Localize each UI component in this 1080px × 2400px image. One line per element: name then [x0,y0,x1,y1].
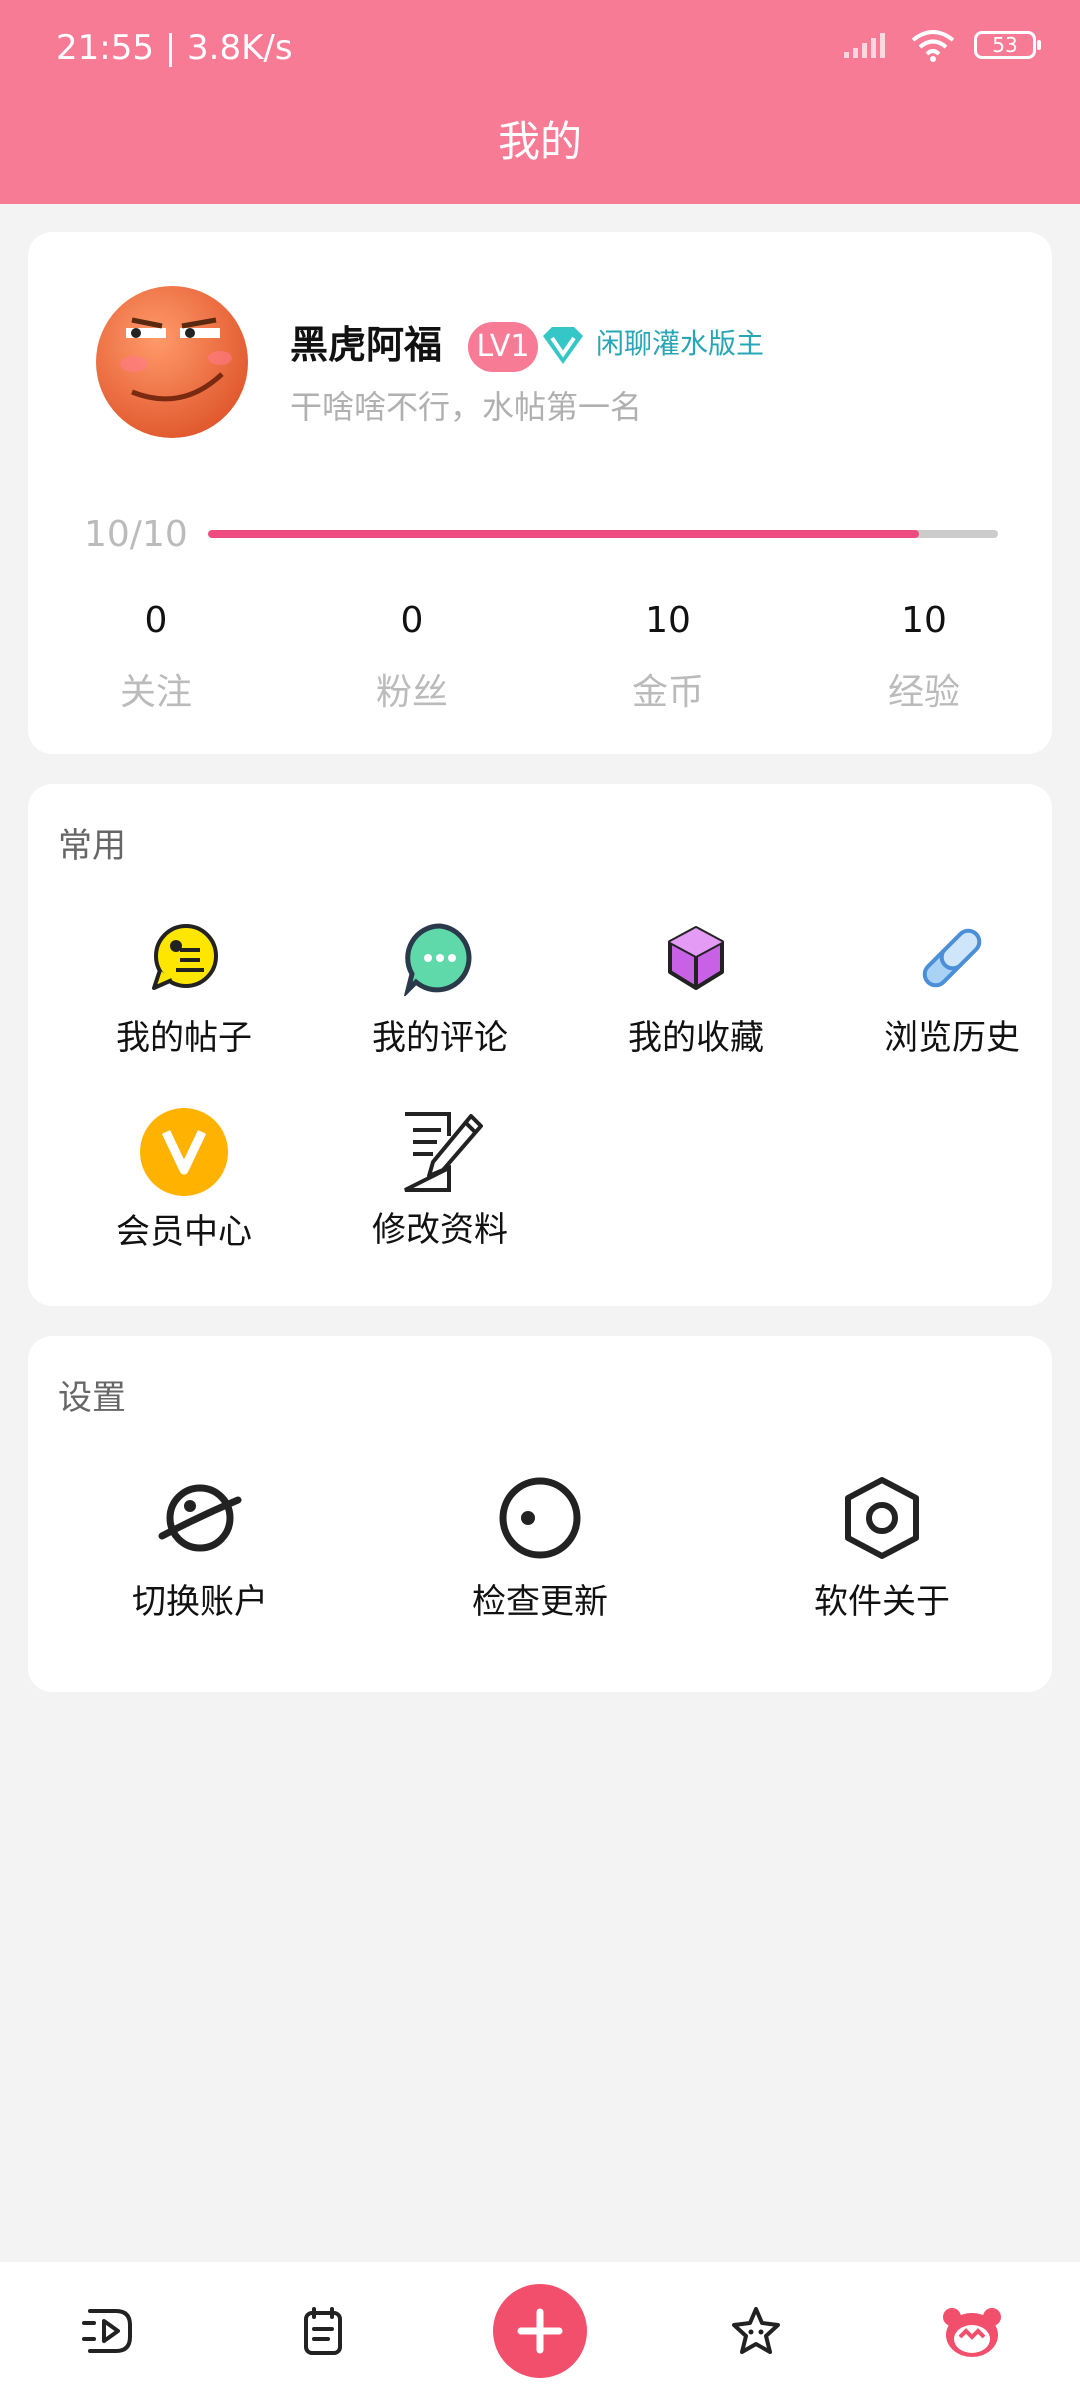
wifi-icon [911,30,955,62]
stat-value: 0 [400,600,424,641]
stat-fans[interactable]: 0 粉丝 [288,600,536,715]
browse-history-button[interactable]: 浏览历史 [832,920,1072,1059]
settings-section: 设置 切换账户 检查更新 软件关于 [28,1336,1052,1692]
stat-label: 金币 [631,672,704,713]
switch-account-button[interactable]: 切换账户 [90,1476,310,1623]
edit-profile-label: 修改资料 [372,1210,508,1250]
my-posts-button[interactable]: 我的帖子 [64,920,304,1059]
experience-bar-fill [208,530,919,538]
signal-icon [844,33,885,58]
hexagon-nut-icon [845,1477,919,1559]
battery-icon: 53 [974,31,1041,59]
section-title-settings: 设置 [58,1378,126,1418]
level-badge: LV1 [468,322,538,372]
vip-center-label: 会员中心 [116,1212,252,1252]
stat-value: 10 [645,600,691,641]
signature: 干啥啥不行，水帖第一名 [290,388,643,426]
stats-row: 0 关注 0 粉丝 10 金币 10 经验 [28,600,1052,715]
stat-label: 经验 [887,672,960,713]
clipboard-icon [304,2307,342,2355]
about-software-button[interactable]: 软件关于 [772,1476,992,1623]
video-icon [82,2309,132,2353]
radio-circle-icon [499,1477,581,1559]
my-posts-label: 我的帖子 [116,1018,252,1058]
stat-label: 粉丝 [375,672,448,713]
nav-add[interactable] [465,2271,615,2391]
stat-label: 关注 [119,672,192,713]
post-bubble-icon [152,924,218,990]
stat-coins[interactable]: 10 金币 [544,600,792,715]
moderator-title: 闲聊灌水版主 [596,327,765,360]
diamond-icon [543,327,583,364]
stat-value: 10 [901,600,947,641]
planet-switch-icon [158,1484,242,1552]
common-section: 常用 我的帖子 我的评论 我的收藏 浏览历史 会员中心 修改资料 [28,784,1052,1306]
experience-text: 10/10 [84,514,188,555]
edit-profile-button[interactable]: 修改资料 [320,1106,560,1251]
edit-document-icon [404,1112,483,1192]
stat-experience[interactable]: 10 经验 [800,600,1048,715]
my-comments-label: 我的评论 [372,1018,508,1058]
switch-account-label: 切换账户 [132,1582,268,1622]
comment-bubble-icon [403,923,472,996]
bottom-nav [0,2262,1080,2400]
nav-video[interactable] [33,2271,183,2391]
about-software-label: 软件关于 [814,1582,950,1622]
plus-icon [517,2308,563,2354]
nav-favorites[interactable] [681,2271,831,2391]
my-favorites-button[interactable]: 我的收藏 [576,920,816,1059]
stat-following[interactable]: 0 关注 [32,600,280,715]
check-update-button[interactable]: 检查更新 [430,1476,650,1623]
status-icons: 53 [842,28,1041,62]
stat-value: 0 [144,600,168,641]
status-bar: 21:55 | 3.8K/s 53 [0,0,1080,100]
mascot-icon [943,2308,1001,2357]
add-post-button[interactable] [493,2284,587,2378]
avatar[interactable] [92,282,252,442]
cube-icon [668,926,724,990]
page-title: 我的 [0,100,1080,204]
check-update-label: 检查更新 [472,1582,608,1622]
vip-icon [140,1108,228,1196]
experience-bar [208,530,998,538]
star-face-icon [732,2307,780,2354]
my-favorites-label: 我的收藏 [628,1018,764,1058]
profile-card: 黑虎阿福 LV1 闲聊灌水版主 干啥啥不行，水帖第一名 10/10 0 关注 0… [28,232,1052,754]
section-title-common: 常用 [58,826,126,866]
username: 黑虎阿福 [290,323,443,367]
vip-center-button[interactable]: 会员中心 [64,1108,304,1253]
nav-profile[interactable] [897,2271,1047,2391]
link-icon [922,928,982,988]
my-comments-button[interactable]: 我的评论 [320,920,560,1059]
nav-clipboard[interactable] [249,2271,399,2391]
status-time: 21:55 | 3.8K/s [56,28,293,68]
browse-history-label: 浏览历史 [884,1018,1020,1058]
